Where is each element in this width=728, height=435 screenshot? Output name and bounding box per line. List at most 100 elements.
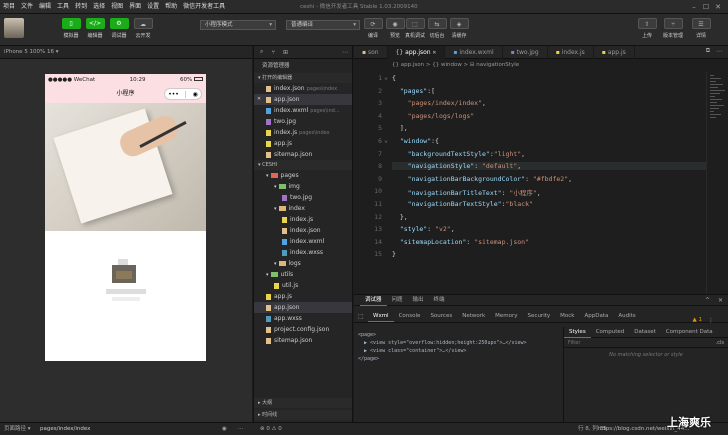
devtools-tab[interactable]: 问题 xyxy=(387,295,408,306)
menu-item[interactable]: 设置 xyxy=(144,0,162,14)
timeline-header[interactable]: ▸ 时间线 xyxy=(254,410,352,420)
code-line[interactable]: ], xyxy=(392,124,408,132)
open-editors-header[interactable]: ▾ 打开的编辑器 xyxy=(254,73,352,83)
tree-item[interactable]: ▾ utils xyxy=(254,269,352,280)
toolbar-button-1[interactable]: </> 编辑器 xyxy=(84,18,106,39)
code-line[interactable]: "navigationStyle": "default", xyxy=(392,162,712,171)
tree-item[interactable]: app.json xyxy=(254,302,352,313)
dom-tree[interactable]: <page> ▶ <view style="overflow:hidden;he… xyxy=(358,331,558,363)
toolbar-mid-button-4[interactable]: ◈ 清缓存 xyxy=(448,18,470,39)
open-editor-item[interactable]: index.json pages\index xyxy=(254,83,352,94)
tree-item[interactable]: app.wxss xyxy=(254,313,352,324)
tab-two-jpg[interactable]: ▪ two.jpg xyxy=(503,45,548,59)
close-icon[interactable]: ✕ xyxy=(257,94,261,105)
menu-item[interactable]: 视图 xyxy=(108,0,126,14)
panel-tab-console[interactable]: Console xyxy=(394,311,426,322)
code-line[interactable]: "pages/logs/logs" xyxy=(392,112,475,120)
inspect-icon[interactable]: ⬚ xyxy=(358,313,368,320)
tab-index-wxml[interactable]: ▪ index.wxml xyxy=(445,45,503,59)
dom-node[interactable]: <page> xyxy=(358,331,558,339)
code-line[interactable]: }, xyxy=(392,213,408,221)
breadcrumb[interactable]: {} app.json > {} window > ⊟ navigationSt… xyxy=(354,59,728,72)
capsule-button[interactable]: ••• ◉ xyxy=(164,88,202,100)
tab-son[interactable]: ▪ son xyxy=(354,45,388,59)
tree-item[interactable]: index.wxml xyxy=(254,236,352,247)
minimap[interactable] xyxy=(706,72,728,294)
more-icon[interactable]: ⋮ xyxy=(708,317,714,324)
tree-item[interactable]: two.jpg xyxy=(254,192,352,203)
tree-item[interactable]: project.config.json xyxy=(254,324,352,335)
more-icon[interactable]: ⋯ xyxy=(342,49,348,56)
chevron-down-icon[interactable]: ▾ xyxy=(274,206,277,212)
collapse-icon[interactable]: ^ xyxy=(705,297,710,304)
device-select[interactable]: iPhone 5 100% 16 ▾ xyxy=(4,49,59,55)
more-icon[interactable]: ⋯ xyxy=(238,423,244,435)
toolbar-button-0[interactable]: ▯ 模拟器 xyxy=(60,18,82,39)
toolbar-mid-button-3[interactable]: ⇆ 切后台 xyxy=(426,18,448,39)
page-path-label[interactable]: 页面路径 ▾ xyxy=(4,423,31,435)
panel-tab-audits[interactable]: Audits xyxy=(613,311,640,322)
extensions-icon[interactable]: ⊞ xyxy=(283,49,288,56)
menu-item[interactable]: 工具 xyxy=(54,0,72,14)
devtools-tab[interactable]: 调试器 xyxy=(360,295,387,306)
devtools-tab[interactable]: 终端 xyxy=(429,295,450,306)
tab-app-json[interactable]: {} app.json ✕ xyxy=(387,45,446,59)
dom-node[interactable]: ▶ <view style="overflow:hidden;height:25… xyxy=(358,339,558,347)
menu-item[interactable]: 编辑 xyxy=(36,0,54,14)
search-icon[interactable]: ⌕ xyxy=(260,48,263,56)
toolbar-mid-button-2[interactable]: ⬚ 真机调试 xyxy=(404,18,426,39)
chevron-down-icon[interactable]: ▾ xyxy=(274,184,277,190)
tab-app-js[interactable]: ▪ app.js xyxy=(594,45,635,59)
menu-item[interactable]: 项目 xyxy=(0,0,18,14)
dom-node[interactable]: </page> xyxy=(358,355,558,363)
code-line[interactable]: } xyxy=(392,250,396,258)
toolbar-mid-button-0[interactable]: ⟳ 编译 xyxy=(362,18,384,39)
panel-tab-memory[interactable]: Memory xyxy=(490,311,522,322)
open-editor-item[interactable]: two.jpg xyxy=(254,116,352,127)
code-line[interactable]: { xyxy=(392,74,396,82)
code-line[interactable]: "backgroundTextStyle":"light", xyxy=(392,150,525,158)
tree-item[interactable]: index.js xyxy=(254,214,352,225)
open-editor-item[interactable]: ✕ app.json xyxy=(254,94,352,105)
breadcrumb-path[interactable]: {} app.json > {} window > ⊟ navigationSt… xyxy=(354,62,519,68)
menu-item[interactable]: 微信开发者工具 xyxy=(180,0,228,14)
device-bar[interactable]: iPhone 5 100% 16 ▾ xyxy=(0,46,252,59)
code-line[interactable]: "pages/index/index", xyxy=(392,99,486,107)
panel-tab-sources[interactable]: Sources xyxy=(425,311,457,322)
code-line[interactable]: "navigationBarBackgroundColor": "#fbdfe2… xyxy=(392,175,572,183)
toolbar-right-button-1[interactable]: ⑂ 版本管理 xyxy=(660,18,686,39)
panel-tab-appdata[interactable]: AppData xyxy=(579,311,613,322)
branch-icon[interactable]: ⑂ xyxy=(271,49,275,56)
maximize-icon[interactable]: ☐ xyxy=(700,3,712,11)
code-line[interactable]: "navigationBarTextStyle":"black" xyxy=(392,200,533,208)
fold-icon[interactable]: ⌄ xyxy=(384,73,388,81)
panel-tab-security[interactable]: Security xyxy=(523,311,556,322)
tree-item[interactable]: util.js xyxy=(254,280,352,291)
compile-select[interactable]: 普通编译 ▾ xyxy=(286,20,360,30)
tab-index-js[interactable]: ▪ index.js xyxy=(548,45,594,59)
outline-header[interactable]: ▸ 大纲 xyxy=(254,398,352,408)
menu-item[interactable]: 帮助 xyxy=(162,0,180,14)
mode-select[interactable]: 小程序模式 ▾ xyxy=(200,20,276,30)
menu-item[interactable]: 文件 xyxy=(18,0,36,14)
toolbar-button-3[interactable]: ☁ 云开发 xyxy=(132,18,154,39)
code-line[interactable]: "sitemapLocation": "sitemap.json" xyxy=(392,238,529,246)
toolbar-mid-button-1[interactable]: ◉ 预览 xyxy=(384,18,406,39)
close-icon[interactable]: ✕ xyxy=(712,3,724,11)
code-line[interactable]: "window":{ xyxy=(392,137,439,145)
open-editor-item[interactable]: index.js pages\index xyxy=(254,127,352,138)
warning-count[interactable]: ▲ 1 xyxy=(693,317,702,323)
panel-tab-mock[interactable]: Mock xyxy=(555,311,579,322)
tree-item[interactable]: index.json xyxy=(254,225,352,236)
chevron-down-icon[interactable]: ▾ xyxy=(266,173,269,179)
error-warning-count[interactable]: ⊗ 0 ⚠ 0 xyxy=(260,423,282,435)
devtools-tab[interactable]: 输出 xyxy=(408,295,429,306)
eye-icon[interactable]: ◉ xyxy=(222,423,227,435)
toolbar-right-button-2[interactable]: ☰ 详情 xyxy=(688,18,714,39)
styles-tab[interactable]: Computed xyxy=(591,327,630,338)
tree-item[interactable]: ▾ pages xyxy=(254,170,352,181)
chevron-down-icon[interactable]: ▾ xyxy=(274,261,277,267)
close-icon[interactable]: ✕ xyxy=(718,297,723,304)
code-editor[interactable]: 1 {2 "pages":[3 "pages/index/index", 4 "pa… xyxy=(354,72,728,294)
menu-item[interactable]: 界面 xyxy=(126,0,144,14)
